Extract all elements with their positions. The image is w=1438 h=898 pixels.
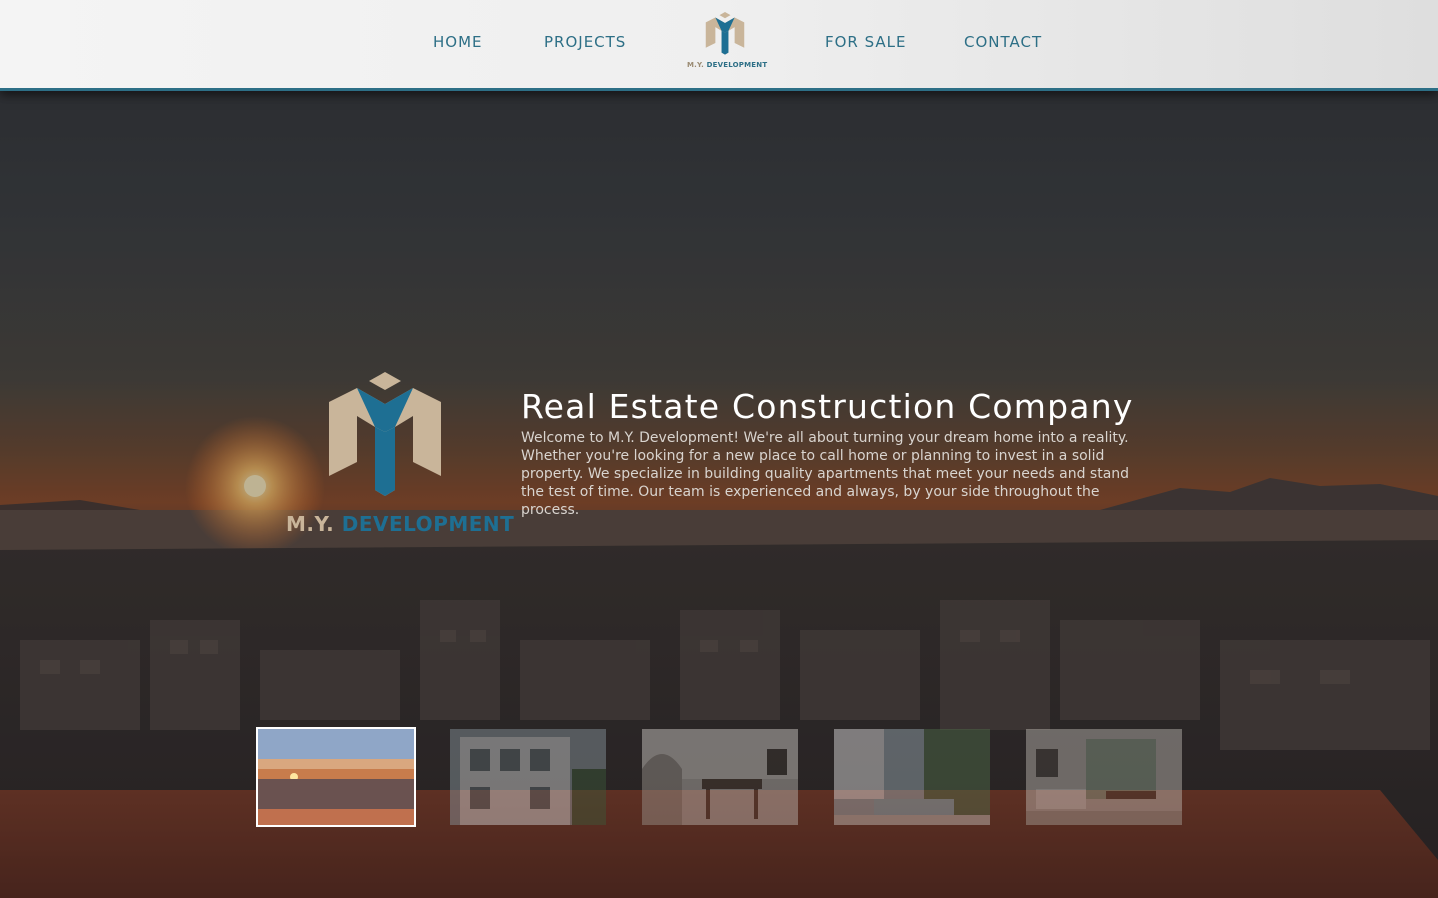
hero-title: Real Estate Construction Company	[521, 387, 1134, 426]
hero-logo-prefix: M.Y.	[286, 512, 335, 536]
hero-description: Welcome to M.Y. Development! We're all a…	[521, 430, 1130, 518]
header-logo[interactable]: M.Y. DEVELOPMENT	[687, 12, 767, 72]
nav-contact[interactable]: CONTACT	[964, 33, 1042, 51]
nav-for-sale[interactable]: FOR SALE	[825, 33, 907, 51]
site-header: HOME PROJECTS M.Y. DEVELOPMENT FOR SALE …	[0, 0, 1438, 91]
hero-logo-name: DEVELOPMENT	[341, 512, 515, 536]
nav-home[interactable]: HOME	[433, 33, 483, 51]
hero-logo: M.Y. DEVELOPMENT	[283, 372, 514, 542]
logo-cube-icon	[705, 12, 745, 55]
nav-projects[interactable]: PROJECTS	[544, 33, 626, 51]
gallery-thumb-2[interactable]	[450, 729, 606, 825]
gallery-thumb-3[interactable]	[642, 729, 798, 825]
gallery-thumb-4[interactable]	[834, 729, 990, 825]
header-logo-prefix: M.Y.	[687, 61, 704, 69]
gallery-thumb-5[interactable]	[1026, 729, 1182, 825]
logo-cube-icon	[329, 372, 441, 496]
header-logo-wordmark: M.Y. DEVELOPMENT	[687, 61, 767, 69]
hero-logo-wordmark: M.Y. DEVELOPMENT	[286, 512, 514, 536]
header-logo-name: DEVELOPMENT	[706, 61, 768, 69]
gallery-thumb-1[interactable]	[256, 727, 416, 827]
hero-section: M.Y. DEVELOPMENT Real Estate Constructio…	[0, 0, 1438, 898]
